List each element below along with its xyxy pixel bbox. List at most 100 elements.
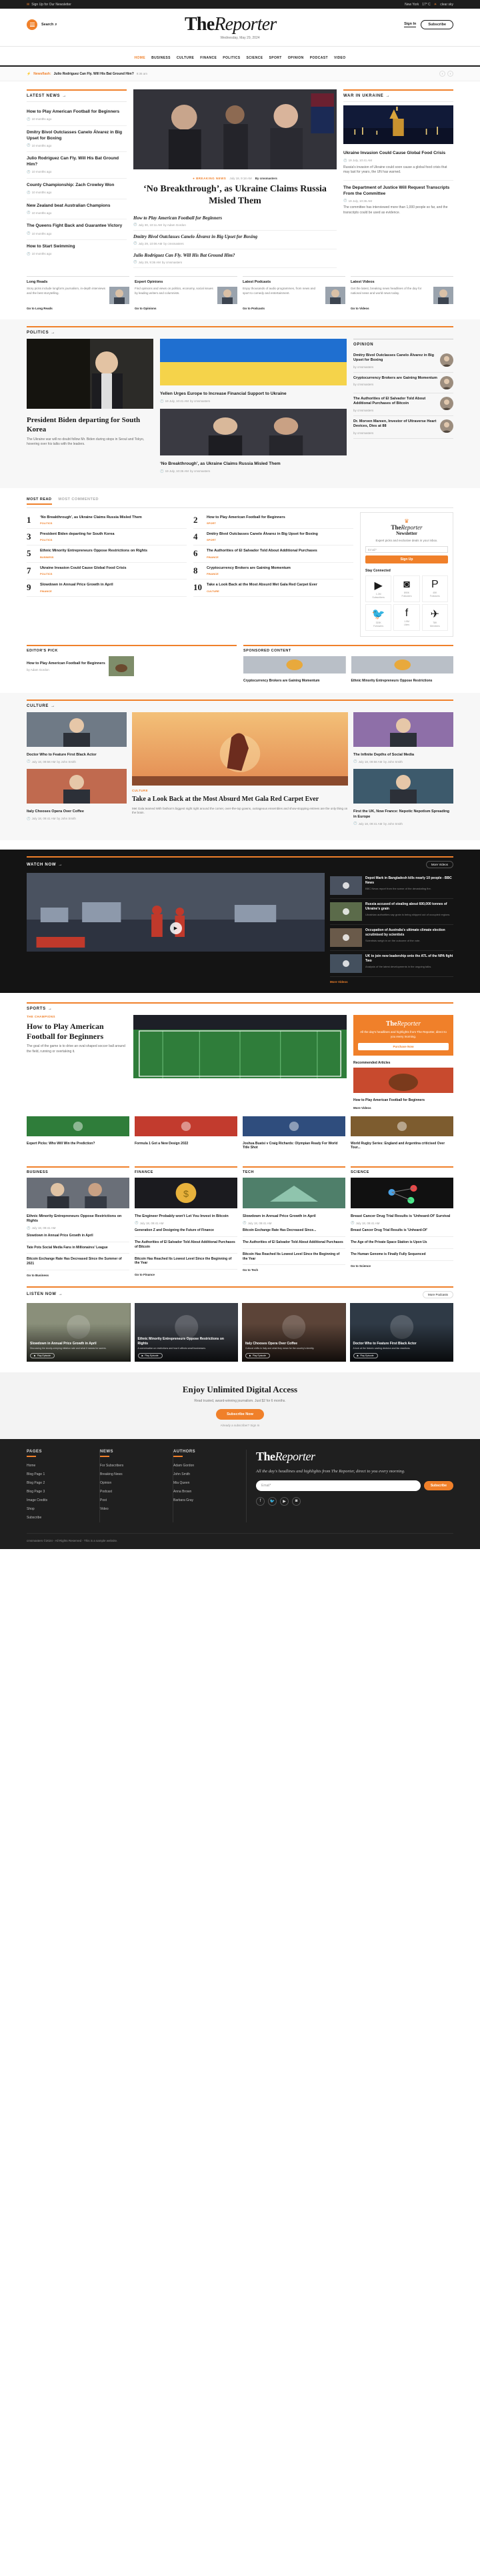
table-row[interactable]: 10 Take a Look Back at the Most Absurd Me… [193,579,353,597]
quad-card-image[interactable] [433,287,453,304]
more-podcasts-button[interactable]: More Podcasts [422,1290,453,1298]
tab-most-commented[interactable]: MOST COMMENTED [59,497,99,505]
footer-link[interactable]: Podcast [100,1488,166,1496]
category-list-item[interactable]: Bitcoin Has Reached Its Lowest Level Sin… [135,1254,237,1270]
newsletter-signup-button[interactable]: Sign Up [365,555,448,564]
list-item[interactable]: Dmitry Bivol Outclasses Canelo Álvarez i… [133,231,337,249]
watch-thumb[interactable] [330,928,362,948]
war-item-title[interactable]: The Department of Justice Will Request T… [343,185,453,197]
category-lead-title[interactable]: Breast Cancer Drug Trial Results is 'Unh… [351,1214,453,1219]
footer-link[interactable]: Barbara Gray [173,1496,239,1505]
most-read-title[interactable]: Dmitry Bivol Outclasses Canelo Álvarez i… [207,532,318,537]
menu-icon[interactable] [27,19,37,30]
youtube-icon[interactable]: ▶ [280,1496,289,1506]
quad-card-link[interactable]: Go to Long Reads [27,307,129,310]
table-row[interactable]: 6 The Authorities of El Salvador Told Abo… [193,545,353,563]
category-list-item[interactable]: The Authorities of El Salvador Told Abou… [243,1237,345,1249]
list-item[interactable]: Russia accused of stealing about 600,000… [330,899,453,926]
podcast-title[interactable]: Italy Chooses Opera Over Coffee [245,1342,343,1346]
war-lead-title[interactable]: Ukraine Invasion Could Cause Global Food… [343,151,453,157]
latest-item-title[interactable]: New Zealand beat Australian Champions [27,203,127,209]
nav-link-opinion[interactable]: OPINION [288,56,304,60]
category-list-item[interactable]: Slowdown in Annual Price Growth in April [27,1230,129,1242]
nav-link-finance[interactable]: FINANCE [200,56,217,60]
footer-link[interactable]: Image Credits [27,1496,93,1505]
podcast-title[interactable]: Ethnic Minority Entrepreneurs Oppose Res… [138,1337,235,1346]
sponsored-item-title[interactable]: Ethnic Minority Entrepreneurs Oppose Res… [351,679,454,684]
nav-link-culture[interactable]: CULTURE [177,56,194,60]
category-list-item[interactable]: Bitcoin Has Reached Its Lowest Level Sin… [243,1249,345,1266]
category-lead-image[interactable]: $ [135,1178,237,1209]
politics-main-title[interactable]: President Biden departing for South Kore… [27,416,153,435]
recommended-image[interactable] [353,1067,453,1093]
latest-item-title[interactable]: Dmitry Bivol Outclasses Canelo Álvarez i… [27,130,127,142]
category-list-item[interactable]: Tate Pots Social Media Fans in Millionai… [27,1242,129,1254]
sport-bottom-image[interactable] [351,1116,453,1136]
culture-item-title[interactable]: Italy Chooses Opera Over Coffee [27,810,127,814]
cta-button[interactable]: Subscribe Now [216,1408,264,1420]
table-row[interactable]: 7 Ukraine Invasion Could Cause Global Foo… [27,563,187,580]
more-videos-button[interactable]: More Videos [425,861,453,869]
watch-main[interactable]: ▶ [27,873,325,984]
category-more-link[interactable]: Go to Science [351,1264,453,1268]
tab-most-read[interactable]: MOST READ [27,497,52,505]
quad-card-link[interactable]: Go to Podcasts [243,307,345,310]
youtube-icon[interactable]: ▶ 1.2M Subscribers [365,575,392,603]
hero-image[interactable] [133,89,337,169]
newsletter-signup-link[interactable]: ✉ Sign Up for Our Newsletter [27,3,71,7]
culture-item-image[interactable] [353,712,453,748]
most-read-title[interactable]: Ukraine Invasion Could Cause Global Food… [40,566,127,571]
list-item[interactable]: The Queens Fight Back and Guarantee Vict… [27,219,127,241]
list-item[interactable]: Cryptocurrency Brokers are Gaining Momen… [243,656,346,684]
category-more-link[interactable]: Go to Business [27,1274,129,1277]
editors-pick-image[interactable] [108,656,134,677]
opinion-title-text[interactable]: Cryptocurrency Brokers are Gaining Momen… [353,376,437,381]
nav-link-science[interactable]: SCIENCE [247,56,263,60]
table-row[interactable]: 8 Cryptocurrency Brokers are Gaining Mome… [193,563,353,580]
category-more-link[interactable]: Go to Tech [243,1268,345,1272]
list-item[interactable]: County Championship: Zach Crowley Won 🕐 10… [27,179,127,199]
table-row[interactable]: 3 President Biden departing for South Kor… [27,529,187,546]
list-item[interactable]: The Authorities of El Salvador Told Abou… [353,393,453,416]
politics-mid-title[interactable]: Yellen Urges Europe to Increase Financia… [160,391,347,397]
quad-card-image[interactable] [109,287,129,304]
culture-feature-title[interactable]: Take a Look Back at the Most Absurd Met … [132,796,348,804]
prev-arrow-icon[interactable]: ‹ [439,71,445,77]
list-item[interactable]: UK to join new leadership onto the ATL o… [330,951,453,978]
footer-link[interactable]: Opinion [100,1479,166,1488]
podcast-card[interactable]: Slowdown in Annual Price Growth in April… [27,1302,131,1362]
quad-card-image[interactable] [217,287,237,304]
nav-link-sport[interactable]: SPORT [269,56,282,60]
list-item[interactable]: Julio Rodríguez Can Fly. Will His Bat Gr… [27,152,127,179]
nav-link-video[interactable]: VIDEO [334,56,346,60]
footer-link[interactable]: Mia Queen [173,1479,239,1488]
footer-link[interactable]: Anna Brown [173,1488,239,1496]
list-item[interactable]: Dr. Morven Mareen, Investor of Ultravers… [353,416,453,439]
sign-in-link[interactable]: Sign In [404,22,417,27]
list-item[interactable]: Expert Picks: Who Will Win the Predictio… [27,1116,129,1151]
sport-bottom-title[interactable]: World Rugby Series: England and Argentin… [351,1142,453,1151]
recommended-item[interactable]: How to Play American Football for Beginn… [353,1098,453,1103]
culture-item-title[interactable]: The Infinite Depths of Social Media [353,753,453,758]
list-item[interactable]: ‘No Breakthrough’, as Ukraine Claims Rus… [160,408,347,473]
quad-card-link[interactable]: Go to Videos [351,307,453,310]
list-item[interactable]: Formula 1 Got a New Design 2022 [135,1116,237,1151]
politics-mid-title[interactable]: ‘No Breakthrough’, as Ukraine Claims Rus… [160,461,347,467]
table-row[interactable]: 5 Ethnic Minority Entrepreneurs Oppose Re… [27,545,187,563]
category-more-link[interactable]: Go to Finance [135,1273,237,1276]
most-read-title[interactable]: Ethnic Minority Entrepreneurs Oppose Res… [40,549,147,553]
facebook-icon[interactable]: f [256,1496,265,1506]
footer-link[interactable]: Adam Gordon [173,1462,239,1470]
opinion-title-text[interactable]: The Authorities of El Salvador Told Abou… [353,397,437,407]
list-item[interactable]: Dmitry Bivol Outclasses Canelo Álvarez i… [27,126,127,153]
podcast-card[interactable]: Ethnic Minority Entrepreneurs Oppose Res… [134,1302,238,1362]
footer-link[interactable]: Video [100,1505,166,1514]
table-row[interactable]: 2 How to Play American Football for Begin… [193,512,353,529]
hero-sub-title[interactable]: How to Play American Football for Beginn… [133,215,337,221]
sponsored-item-title[interactable]: Cryptocurrency Brokers are Gaining Momen… [243,679,346,684]
category-lead-title[interactable]: The Engineer Probably won't Let You Inve… [135,1214,237,1219]
footer-email-input[interactable]: Email* [256,1480,421,1491]
sponsored-image[interactable] [351,656,454,674]
facebook-icon[interactable]: f 1.5M Likes [393,604,420,631]
list-item[interactable]: Yellen Urges Europe to Increase Financia… [160,339,347,403]
